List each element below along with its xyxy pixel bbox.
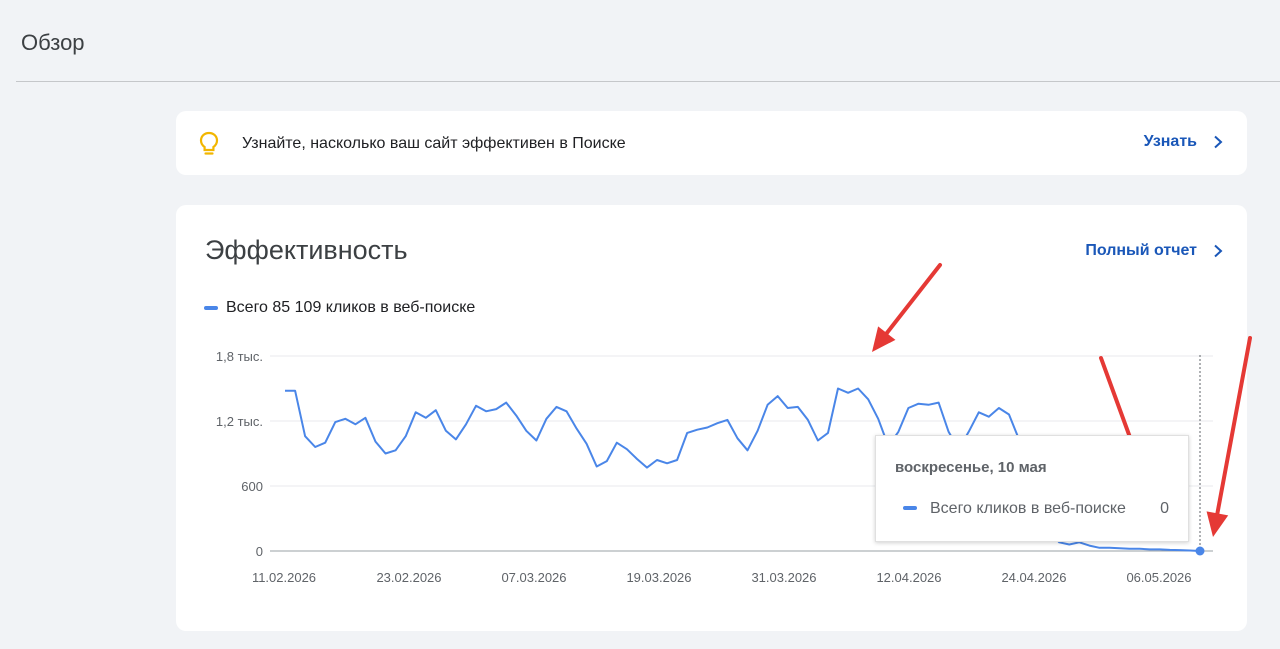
- annotation-arrow: [884, 263, 942, 336]
- x-tick-label: 06.05.2026: [1126, 570, 1191, 585]
- x-tick-label: 19.03.2026: [626, 570, 691, 585]
- tooltip-label: Всего кликов в веб-поиске: [930, 500, 1126, 517]
- annotation-arrow: [1215, 336, 1252, 516]
- y-tick-label: 0: [256, 544, 263, 559]
- x-tick-label: 12.04.2026: [876, 570, 941, 585]
- chart-tooltip: воскресенье, 10 мая Всего кликов в веб-п…: [875, 435, 1189, 542]
- y-tick-label: 600: [241, 479, 263, 494]
- y-tick-label: 1,2 тыс.: [216, 414, 263, 429]
- x-tick-label: 11.02.2026: [252, 570, 316, 585]
- annotation-arrowhead: [872, 326, 896, 352]
- tooltip-value: 0: [1160, 500, 1169, 517]
- x-tick-label: 07.03.2026: [501, 570, 566, 585]
- x-tick-label: 31.03.2026: [751, 570, 816, 585]
- x-tick-label: 24.04.2026: [1001, 570, 1066, 585]
- tooltip-swatch: [903, 506, 917, 510]
- tooltip-date: воскресенье, 10 мая: [895, 459, 1047, 476]
- performance-chart[interactable]: 0 600 1,2 тыс. 1,8 тыс. 11.02.2026 23.02.2026…: [0, 0, 1280, 649]
- annotation-arrowhead: [1206, 511, 1229, 537]
- x-tick-label: 23.02.2026: [376, 570, 441, 585]
- hover-point: [1195, 546, 1205, 556]
- y-tick-label: 1,8 тыс.: [216, 349, 263, 364]
